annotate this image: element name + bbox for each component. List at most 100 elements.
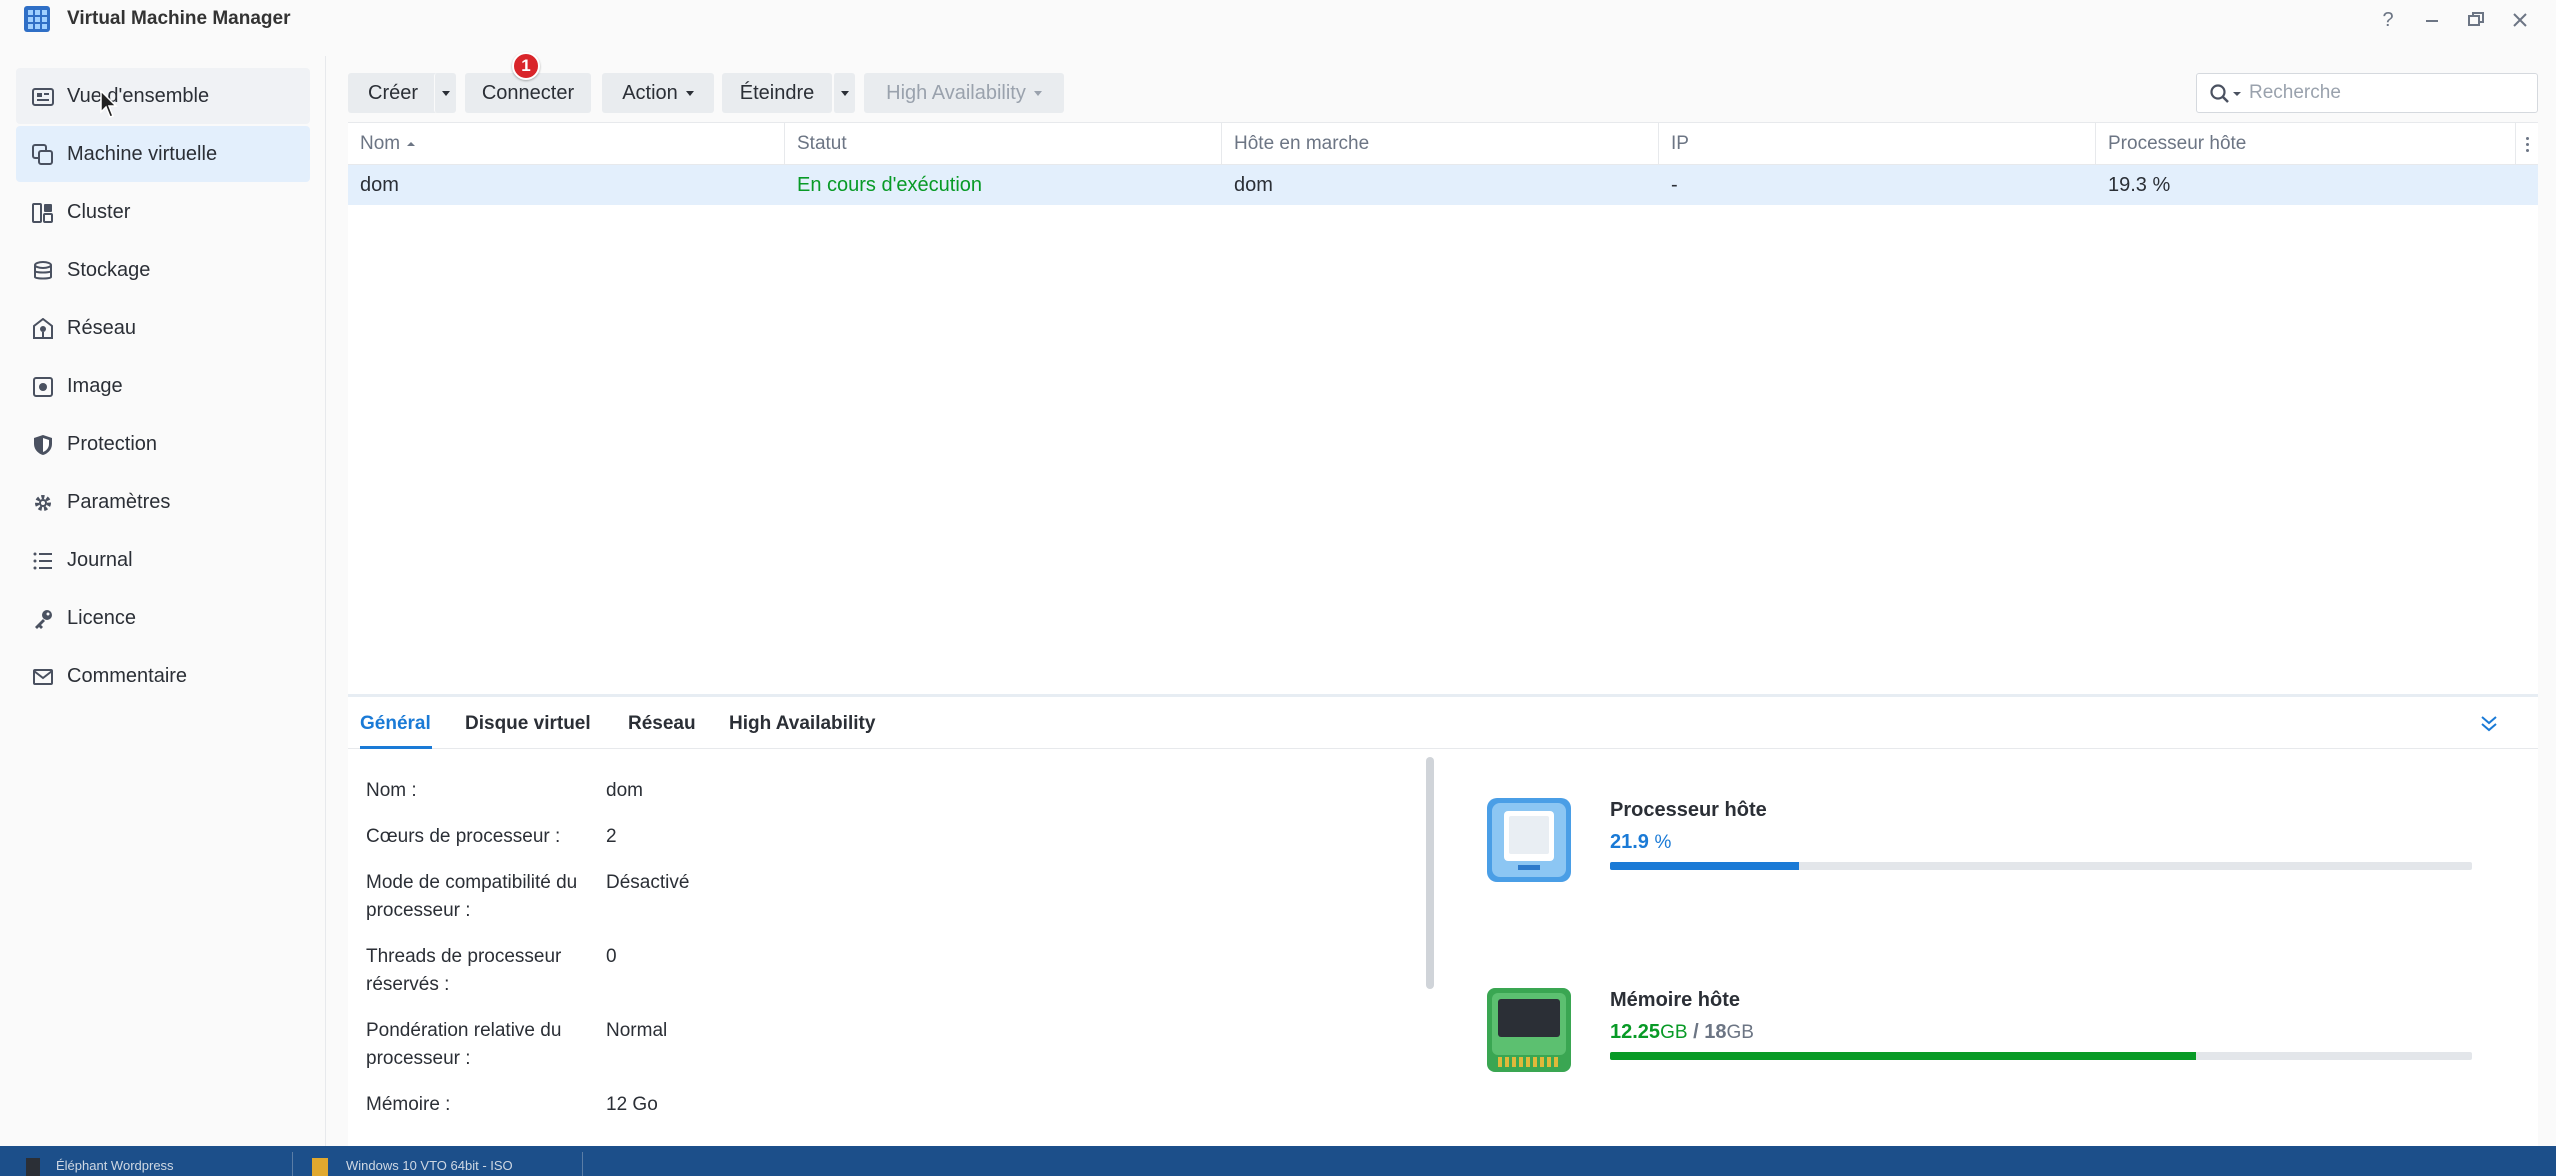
sidebar-item-label: Licence: [67, 606, 136, 629]
memory-title: Mémoire hôte: [1610, 989, 1741, 1011]
search-icon: [2210, 84, 2241, 103]
sidebar-item-license[interactable]: Licence: [16, 590, 310, 646]
table-row[interactable]: dom En cours d'exécution dom - 19.3 %: [348, 165, 2538, 205]
column-header-running-host[interactable]: Hôte en marche: [1222, 123, 1659, 165]
active-tab-indicator: [360, 746, 432, 749]
chevron-down-icon: [1033, 90, 1042, 96]
chevron-down-icon: [840, 90, 849, 96]
sidebar-item-feedback[interactable]: Commentaire: [16, 648, 310, 704]
cpu-value-number: 21.9: [1610, 831, 1649, 853]
details-tabs: Général Disque virtuel Réseau High Avail…: [348, 697, 2538, 749]
column-header-ip[interactable]: IP: [1659, 123, 2096, 165]
cell-name: dom: [360, 174, 399, 196]
column-header-status[interactable]: Statut: [785, 123, 1222, 165]
taskbar-item[interactable]: Éléphant Wordpress: [56, 1158, 286, 1176]
taskbar-item[interactable]: Windows 10 VTO 64bit - ISO: [346, 1158, 576, 1176]
help-icon[interactable]: ?: [2374, 6, 2402, 34]
high-availability-button[interactable]: High Availability: [864, 73, 1064, 113]
vmm-app-icon: [24, 6, 50, 32]
cpu-usage-bar: [1610, 862, 2472, 870]
taskbar-separator: [292, 1152, 293, 1176]
cluster-icon: [32, 203, 53, 223]
sidebar-item-label: Cluster: [67, 200, 131, 223]
network-icon: [33, 318, 53, 339]
cell-running-host: dom: [1234, 174, 1273, 196]
sidebar-item-journal[interactable]: Journal: [16, 532, 310, 588]
overview-icon: [32, 88, 54, 106]
memory-total-unit: GB: [1726, 1022, 1754, 1043]
column-header-host-cpu[interactable]: Processeur hôte: [2096, 123, 2516, 165]
storage-icon: [34, 261, 52, 280]
shutdown-dropdown-button[interactable]: [833, 73, 855, 113]
column-header-name[interactable]: Nom: [348, 123, 785, 165]
table-header: Nom Statut Hôte en marche IP Processeur …: [348, 123, 2538, 165]
sidebar-item-virtual-machine[interactable]: Machine virtuelle: [16, 126, 310, 182]
sidebar-item-protection[interactable]: Protection: [16, 416, 310, 472]
tab-virtual-disk[interactable]: Disque virtuel: [465, 713, 591, 735]
property-label: Nom :: [366, 780, 417, 801]
property-value: Désactivé: [606, 872, 690, 893]
sidebar-item-overview[interactable]: Vue d'ensemble: [16, 68, 310, 124]
create-dropdown-button[interactable]: [434, 73, 456, 113]
property-value: 2: [606, 826, 617, 847]
collapse-double-chevron-icon[interactable]: [2478, 713, 2500, 735]
property-label: Mémoire :: [366, 1094, 451, 1115]
action-button-label: Action: [622, 81, 678, 104]
restore-icon[interactable]: [2462, 6, 2490, 34]
close-icon[interactable]: [2506, 6, 2534, 34]
sidebar-item-label: Commentaire: [67, 664, 188, 687]
log-list-icon: [33, 552, 52, 570]
chevron-down-icon: [441, 90, 450, 96]
virtual-machine-icon: [32, 144, 53, 165]
sidebar-item-label: Image: [67, 374, 123, 397]
cpu-chip-icon: [1487, 798, 1571, 882]
sidebar-item-image[interactable]: Image: [16, 358, 310, 414]
action-button[interactable]: Action: [602, 73, 714, 113]
property-value: Normal: [606, 1020, 668, 1041]
taskbar: Éléphant Wordpress Windows 10 VTO 64bit …: [0, 1146, 2556, 1176]
sidebar-item-label: Machine virtuelle: [67, 142, 218, 165]
sort-ascending-icon: [407, 142, 416, 146]
tab-high-availability[interactable]: High Availability: [729, 713, 875, 735]
sidebar-item-settings[interactable]: Paramètres: [16, 474, 310, 530]
details-panel: Général Disque virtuel Réseau High Avail…: [348, 694, 2538, 1146]
column-menu-icon[interactable]: [2516, 123, 2538, 165]
memory-usage-bar: [1610, 1052, 2472, 1060]
tab-general[interactable]: Général: [360, 713, 431, 735]
sidebar-item-network[interactable]: Réseau: [16, 300, 310, 356]
memory-chip-icon: [1487, 988, 1571, 1072]
cell-status: En cours d'exécution: [797, 174, 983, 196]
sidebar-item-storage[interactable]: Stockage: [16, 242, 310, 298]
memory-value: 12.25GB / 18GB: [1610, 1021, 1754, 1044]
memory-separator: /: [1693, 1021, 1699, 1043]
sidebar: Vue d'ensemble Machine virtuelle Cluster…: [0, 56, 326, 1146]
notification-badge: 1: [512, 52, 540, 80]
property-label: Cœurs de processeur :: [366, 826, 561, 847]
sidebar-item-label: Vue d'ensemble: [67, 84, 210, 107]
taskbar-app-icon: [26, 1158, 40, 1176]
sidebar-item-label: Journal: [67, 548, 133, 571]
tab-network[interactable]: Réseau: [628, 713, 696, 735]
chevron-down-icon: [685, 90, 694, 96]
search-input[interactable]: [2249, 82, 2529, 104]
sidebar-item-label: Protection: [67, 432, 158, 455]
taskbar-separator: [582, 1152, 583, 1176]
shutdown-button[interactable]: Éteindre: [722, 73, 832, 113]
sidebar-item-label: Réseau: [67, 316, 136, 339]
property-value: 0: [606, 946, 617, 967]
sidebar-item-label: Stockage: [67, 258, 151, 281]
search-box[interactable]: [2196, 73, 2538, 113]
cell-ip: -: [1671, 174, 1678, 196]
window-title: Virtual Machine Manager: [67, 8, 291, 29]
memory-usage-bar-fill: [1610, 1052, 2197, 1060]
details-scrollbar[interactable]: [1426, 757, 1434, 989]
cpu-title: Processeur hôte: [1610, 799, 1767, 821]
sidebar-item-cluster[interactable]: Cluster: [16, 184, 310, 240]
folder-icon: [312, 1158, 328, 1176]
property-value: 12 Go: [606, 1094, 658, 1115]
title-bar: Virtual Machine Manager ?: [0, 0, 2556, 40]
cpu-usage-bar-fill: [1610, 862, 1799, 870]
minimize-icon[interactable]: [2418, 6, 2446, 34]
property-label: Mode de compatibilité du processeur :: [366, 872, 578, 921]
vm-table: Nom Statut Hôte en marche IP Processeur …: [348, 122, 2538, 694]
